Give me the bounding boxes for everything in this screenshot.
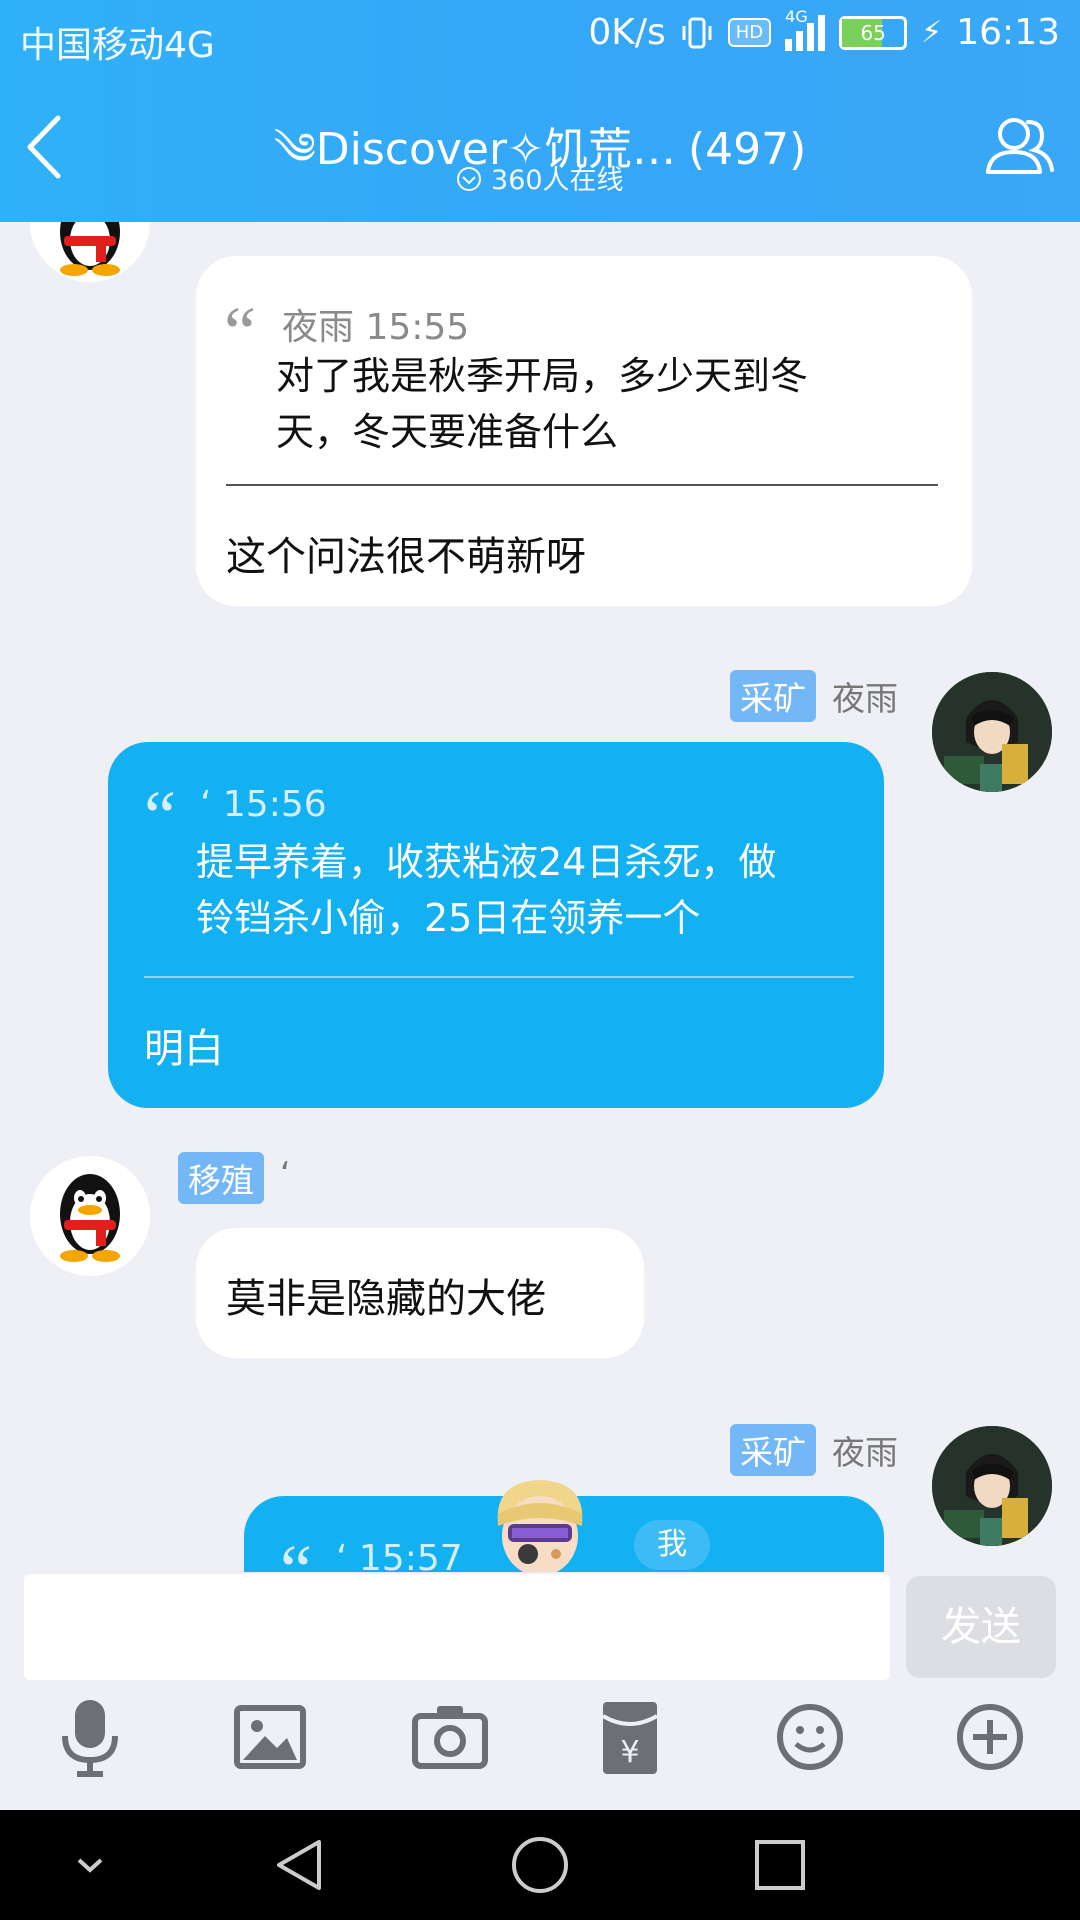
camera-icon[interactable]	[405, 1692, 495, 1782]
avatar[interactable]	[30, 1156, 150, 1276]
emoji-icon[interactable]	[765, 1692, 855, 1782]
message-bubble[interactable]: “ 夜雨 15:55 对了我是秋季开局，多少天到冬 天，冬天要准备什么 这个问法…	[196, 256, 972, 606]
battery-icon: 65	[839, 15, 908, 50]
penguin-avatar-icon	[60, 1174, 120, 1262]
sticker-caption: 我	[634, 1520, 710, 1570]
svg-text:¥: ¥	[620, 1735, 639, 1770]
battery-level: 65	[860, 20, 886, 45]
sender-name[interactable]: 夜雨	[832, 1426, 898, 1474]
avatar[interactable]	[932, 672, 1052, 792]
charging-icon: ⚡	[921, 15, 943, 50]
image-icon[interactable]	[225, 1692, 315, 1782]
member-tag: 采矿	[730, 670, 816, 722]
group-members-icon[interactable]	[982, 108, 1058, 184]
quote-line: 对了我是秋季开局，多少天到冬	[276, 354, 809, 398]
quote-text: 对了我是秋季开局，多少天到冬 天，冬天要准备什么	[276, 348, 808, 460]
signal-icon: 4G	[785, 7, 826, 51]
chevron-down-circle-icon	[457, 167, 482, 191]
input-bar: 发送 ¥	[0, 1572, 1080, 1810]
chat-area[interactable]: “ 夜雨 15:55 对了我是秋季开局，多少天到冬 天，冬天要准备什么 这个问法…	[0, 222, 1080, 1572]
add-icon[interactable]	[945, 1692, 1035, 1782]
hd-badge: HD	[727, 18, 772, 47]
sender-name[interactable]: ‘	[280, 1154, 291, 1193]
red-packet-icon[interactable]: ¥	[585, 1692, 675, 1782]
quote-author: ‘ 15:56	[200, 784, 327, 825]
nav-home-icon[interactable]	[505, 1830, 575, 1900]
network-type: 4G	[785, 6, 808, 26]
sender-name[interactable]: 夜雨	[832, 672, 898, 720]
reply-text: 明白	[144, 1026, 224, 1072]
anime-avatar-icon	[932, 672, 1052, 792]
status-right: 0K/s HD 4G 65 ⚡ 16:13	[588, 7, 1060, 54]
online-status[interactable]: 360人在线	[0, 158, 1080, 197]
sticker[interactable]	[484, 1474, 596, 1572]
quote-text: 提早养着，收获粘液24日杀死，做 铃铛杀小偷，25日在领养一个	[196, 834, 776, 946]
quote-author: ‘ 15:57	[336, 1538, 463, 1572]
chevron-down-icon[interactable]	[55, 1830, 125, 1900]
quote-line: 铃铛杀小偷，25日在领养一个	[196, 896, 701, 940]
vibrate-icon	[682, 17, 712, 48]
microphone-icon[interactable]	[45, 1692, 135, 1782]
avatar[interactable]	[932, 1426, 1052, 1546]
member-tag: 采矿	[730, 1424, 816, 1476]
message-bubble[interactable]: “ ‘ 15:56 提早养着，收获粘液24日杀死，做 铃铛杀小偷，25日在领养一…	[108, 742, 884, 1108]
reply-text: 这个问法很不萌新呀	[226, 534, 586, 580]
net-speed: 0K/s	[588, 12, 666, 53]
chat-header: 中国移动4G 0K/s HD 4G 65 ⚡ 16:13 ༄Discover✧饥…	[0, 0, 1080, 222]
quote-divider	[226, 484, 938, 486]
message-text: 莫非是隐藏的大佬	[226, 1276, 546, 1322]
online-count: 360人在线	[491, 165, 624, 196]
quote-line: 提早养着，收获粘液24日杀死，做	[196, 840, 777, 884]
chibi-sticker-icon	[497, 1480, 583, 1572]
quote-line: 天，冬天要准备什么	[276, 410, 619, 454]
quote-author: 夜雨 15:55	[282, 307, 470, 348]
quote-divider	[144, 976, 854, 978]
anime-avatar-icon	[932, 1426, 1052, 1546]
quote-mark-icon: “	[144, 776, 176, 856]
quote-mark-icon: “	[280, 1530, 312, 1572]
nav-back-icon[interactable]	[265, 1830, 335, 1900]
carrier-label: 中国移动4G	[20, 25, 215, 66]
status-bar: 中国移动4G 0K/s HD 4G 65 ⚡ 16:13	[0, 0, 1080, 75]
penguin-avatar-icon	[60, 222, 120, 276]
message-input[interactable]	[24, 1574, 890, 1680]
message-bubble[interactable]: 莫非是隐藏的大佬	[196, 1228, 644, 1358]
avatar[interactable]	[30, 222, 150, 282]
member-tag: 移殖	[178, 1152, 264, 1204]
system-nav-bar	[0, 1810, 1080, 1920]
clock: 16:13	[956, 12, 1060, 53]
quote-mark-icon: “	[224, 292, 256, 372]
toolbar: ¥	[0, 1692, 1080, 1802]
nav-recents-icon[interactable]	[745, 1830, 815, 1900]
send-button[interactable]: 发送	[906, 1576, 1056, 1678]
